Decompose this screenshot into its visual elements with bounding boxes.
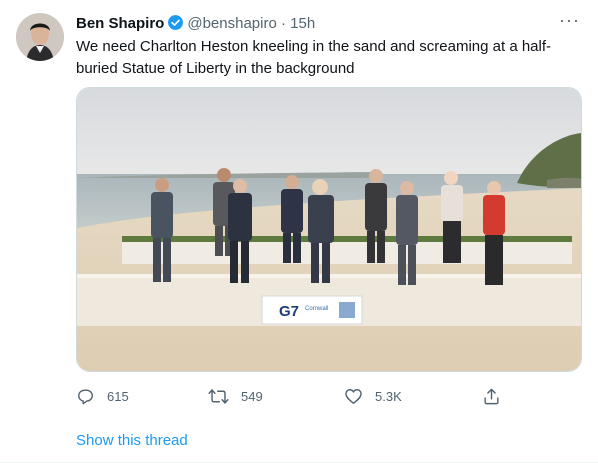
share-button[interactable] <box>482 384 501 408</box>
show-thread-link[interactable]: Show this thread <box>76 432 188 449</box>
tweet-actions: 615 549 5.3K <box>76 384 506 408</box>
tweet-header: Ben Shapiro @benshapiro · 15h ··· <box>76 10 584 36</box>
avatar[interactable] <box>16 13 64 61</box>
like-count: 5.3K <box>375 388 402 404</box>
reply-button[interactable]: 615 <box>76 384 129 408</box>
header-separator: · <box>280 15 286 32</box>
g7-group-photo: G7 Cornwall <box>77 88 581 371</box>
tweet-media-photo[interactable]: G7 Cornwall <box>76 87 582 372</box>
retweet-icon <box>208 387 229 406</box>
like-icon <box>344 387 363 406</box>
tweet[interactable]: Ben Shapiro @benshapiro · 15h ··· We need… <box>0 0 598 463</box>
tweet-text: We need Charlton Heston kneeling in the … <box>76 38 552 77</box>
reply-count: 615 <box>107 388 129 404</box>
share-icon <box>482 387 501 406</box>
banner-g7-text: G7 <box>279 303 299 320</box>
author-handle[interactable]: @benshapiro <box>187 15 276 32</box>
author-name[interactable]: Ben Shapiro <box>76 15 164 32</box>
reply-icon <box>76 387 95 406</box>
avatar-image <box>16 13 64 61</box>
retweet-button[interactable]: 549 <box>208 384 263 408</box>
like-button[interactable]: 5.3K <box>344 384 402 408</box>
retweet-count: 549 <box>241 388 263 404</box>
banner-cornwall-text: Cornwall <box>305 306 328 312</box>
more-options-icon[interactable]: ··· <box>559 10 580 31</box>
tweet-timestamp[interactable]: 15h <box>290 15 315 32</box>
verified-badge-icon <box>167 14 184 35</box>
